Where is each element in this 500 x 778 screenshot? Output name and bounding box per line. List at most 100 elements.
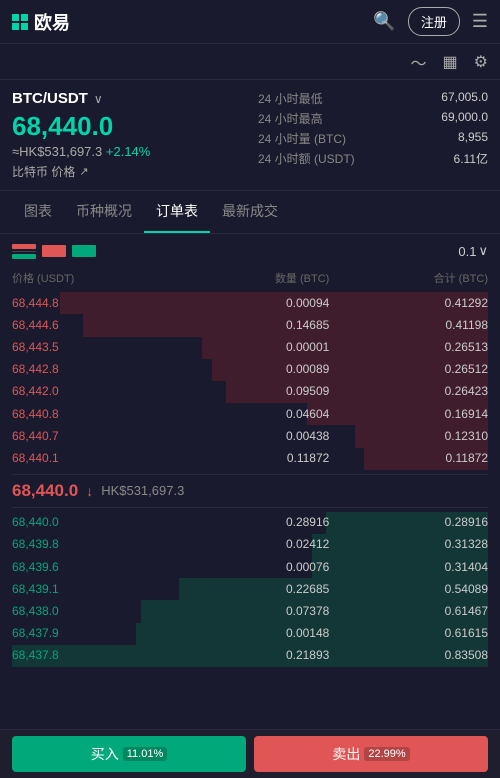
- sell-button[interactable]: 卖出 22.99%: [254, 736, 488, 772]
- bid-qty: 0.28916: [171, 513, 330, 532]
- stat-label: 24 小时额 (USDT): [258, 150, 355, 167]
- precision-selector[interactable]: 0.1 ∨: [458, 243, 488, 259]
- bid-row[interactable]: 68,437.8 0.21893 0.83508: [12, 645, 488, 667]
- buy-button[interactable]: 买入 11.01%: [12, 736, 246, 772]
- price-left: BTC/USDT ∨ 68,440.0 ≈HK$531,697.3 +2.14%…: [12, 90, 242, 180]
- bid-qty: 0.00076: [171, 558, 330, 577]
- header: 欧易 🔍 注册 ☰: [0, 0, 500, 44]
- bid-total: 0.61615: [329, 624, 488, 643]
- current-price-row: 68,440.0 ↓ HK$531,697.3: [12, 474, 488, 508]
- ask-price: 68,442.8: [12, 360, 171, 379]
- orderbook: 0.1 ∨ 价格 (USDT)数量 (BTC)合计 (BTC) 68,444.8…: [0, 234, 500, 675]
- current-hk-price: HK$531,697.3: [101, 483, 184, 498]
- main-price: 68,440.0: [12, 111, 242, 142]
- bid-row[interactable]: 68,439.8 0.02412 0.31328: [12, 534, 488, 556]
- register-button[interactable]: 注册: [408, 7, 460, 36]
- external-link-icon[interactable]: ↗: [79, 165, 88, 178]
- bid-price: 68,439.8: [12, 535, 171, 554]
- ask-total: 0.26512: [329, 360, 488, 379]
- bid-row[interactable]: 68,437.9 0.00148 0.61615: [12, 623, 488, 645]
- sub-header: 〜 ▦ ⚙: [0, 44, 500, 80]
- stat-value: 69,000.0: [441, 110, 488, 127]
- ask-row[interactable]: 68,443.5 0.00001 0.26513: [12, 337, 488, 359]
- menu-icon[interactable]: ☰: [472, 11, 488, 32]
- bid-row[interactable]: 68,439.1 0.22685 0.54089: [12, 578, 488, 600]
- ask-qty: 0.11872: [171, 449, 330, 468]
- precision-value: 0.1: [458, 244, 476, 259]
- coin-label: 比特币 价格 ↗: [12, 163, 242, 180]
- hk-price-value: ≈HK$531,697.3: [12, 144, 102, 159]
- col-header: 价格 (USDT): [12, 270, 171, 286]
- bid-price: 68,437.9: [12, 624, 171, 643]
- bid-qty: 0.22685: [171, 580, 330, 599]
- bid-price: 68,439.1: [12, 580, 171, 599]
- search-icon[interactable]: 🔍: [373, 11, 395, 32]
- pair-dropdown-icon[interactable]: ∨: [94, 92, 103, 106]
- bid-row[interactable]: 68,438.0 0.07378 0.61467: [12, 600, 488, 622]
- view-icons: [12, 242, 96, 260]
- ask-price: 68,444.6: [12, 316, 171, 335]
- pair-row: BTC/USDT ∨: [12, 90, 242, 107]
- ask-row[interactable]: 68,440.7 0.00438 0.12310: [12, 425, 488, 447]
- ask-row[interactable]: 68,440.1 0.11872 0.11872: [12, 448, 488, 470]
- ask-total: 0.11872: [329, 449, 488, 468]
- ask-row[interactable]: 68,442.8 0.00089 0.26512: [12, 359, 488, 381]
- price-change: +2.14%: [106, 144, 150, 159]
- ask-qty: 0.04604: [171, 405, 330, 424]
- ask-total: 0.41198: [329, 316, 488, 335]
- column-headers: 价格 (USDT)数量 (BTC)合计 (BTC): [12, 268, 488, 288]
- header-actions: 🔍 注册 ☰: [373, 7, 488, 36]
- tab-订单表[interactable]: 订单表: [144, 191, 210, 233]
- chart-line-icon[interactable]: 〜: [411, 50, 427, 74]
- bid-row[interactable]: 68,439.6 0.00076 0.31404: [12, 556, 488, 578]
- sell-label: 卖出: [332, 744, 360, 764]
- tab-图表[interactable]: 图表: [12, 191, 64, 233]
- bid-total: 0.61467: [329, 602, 488, 621]
- bid-price: 68,437.8: [12, 646, 171, 665]
- col-header: 数量 (BTC): [171, 270, 330, 286]
- ask-total: 0.26513: [329, 338, 488, 357]
- view-asks-only-icon[interactable]: [42, 242, 66, 260]
- price-down-icon: ↓: [86, 483, 93, 499]
- stat-row: 24 小时最高 69,000.0: [258, 110, 488, 127]
- stat-row: 24 小时量 (BTC)8,955: [258, 130, 488, 147]
- bid-qty: 0.21893: [171, 646, 330, 665]
- bid-price: 68,439.6: [12, 558, 171, 577]
- bid-total: 0.28916: [329, 513, 488, 532]
- ask-price: 68,443.5: [12, 338, 171, 357]
- view-toggle: 0.1 ∨: [12, 242, 488, 260]
- bid-price: 68,438.0: [12, 602, 171, 621]
- bid-qty: 0.07378: [171, 602, 330, 621]
- stat-value: 67,005.0: [441, 90, 488, 107]
- ask-row[interactable]: 68,440.8 0.04604 0.16914: [12, 403, 488, 425]
- card-icon[interactable]: ▦: [443, 52, 458, 72]
- tab-bar: 图表币种概况订单表最新成交: [0, 191, 500, 234]
- tab-币种概况[interactable]: 币种概况: [64, 191, 144, 233]
- ask-row[interactable]: 68,444.8 0.00094 0.41292: [12, 292, 488, 314]
- stat-label: 24 小时最高: [258, 110, 323, 127]
- ask-price: 68,440.1: [12, 449, 171, 468]
- stat-label: 24 小时最低: [258, 90, 323, 107]
- ask-total: 0.41292: [329, 294, 488, 313]
- ask-qty: 0.00001: [171, 338, 330, 357]
- settings-icon[interactable]: ⚙: [474, 52, 488, 72]
- stat-label: 24 小时量 (BTC): [258, 130, 346, 147]
- tab-最新成交[interactable]: 最新成交: [210, 191, 290, 233]
- view-both-icon[interactable]: [12, 242, 36, 260]
- view-bids-only-icon[interactable]: [72, 242, 96, 260]
- precision-dropdown-icon: ∨: [478, 243, 488, 259]
- bid-row[interactable]: 68,440.0 0.28916 0.28916: [12, 512, 488, 534]
- ask-row[interactable]: 68,442.0 0.09509 0.26423: [12, 381, 488, 403]
- col-header: 合计 (BTC): [329, 270, 488, 286]
- sell-percent: 22.99%: [364, 747, 409, 761]
- ask-price: 68,440.7: [12, 427, 171, 446]
- stat-value: 6.11亿: [454, 150, 488, 167]
- pair-name: BTC/USDT: [12, 90, 88, 107]
- stat-row: 24 小时额 (USDT) 6.11亿: [258, 150, 488, 167]
- bottom-bar: 买入 11.01% 卖出 22.99%: [0, 729, 500, 778]
- ask-qty: 0.00438: [171, 427, 330, 446]
- ask-qty: 0.14685: [171, 316, 330, 335]
- bid-price: 68,440.0: [12, 513, 171, 532]
- ask-row[interactable]: 68,444.6 0.14685 0.41198: [12, 314, 488, 336]
- bid-total: 0.83508: [329, 646, 488, 665]
